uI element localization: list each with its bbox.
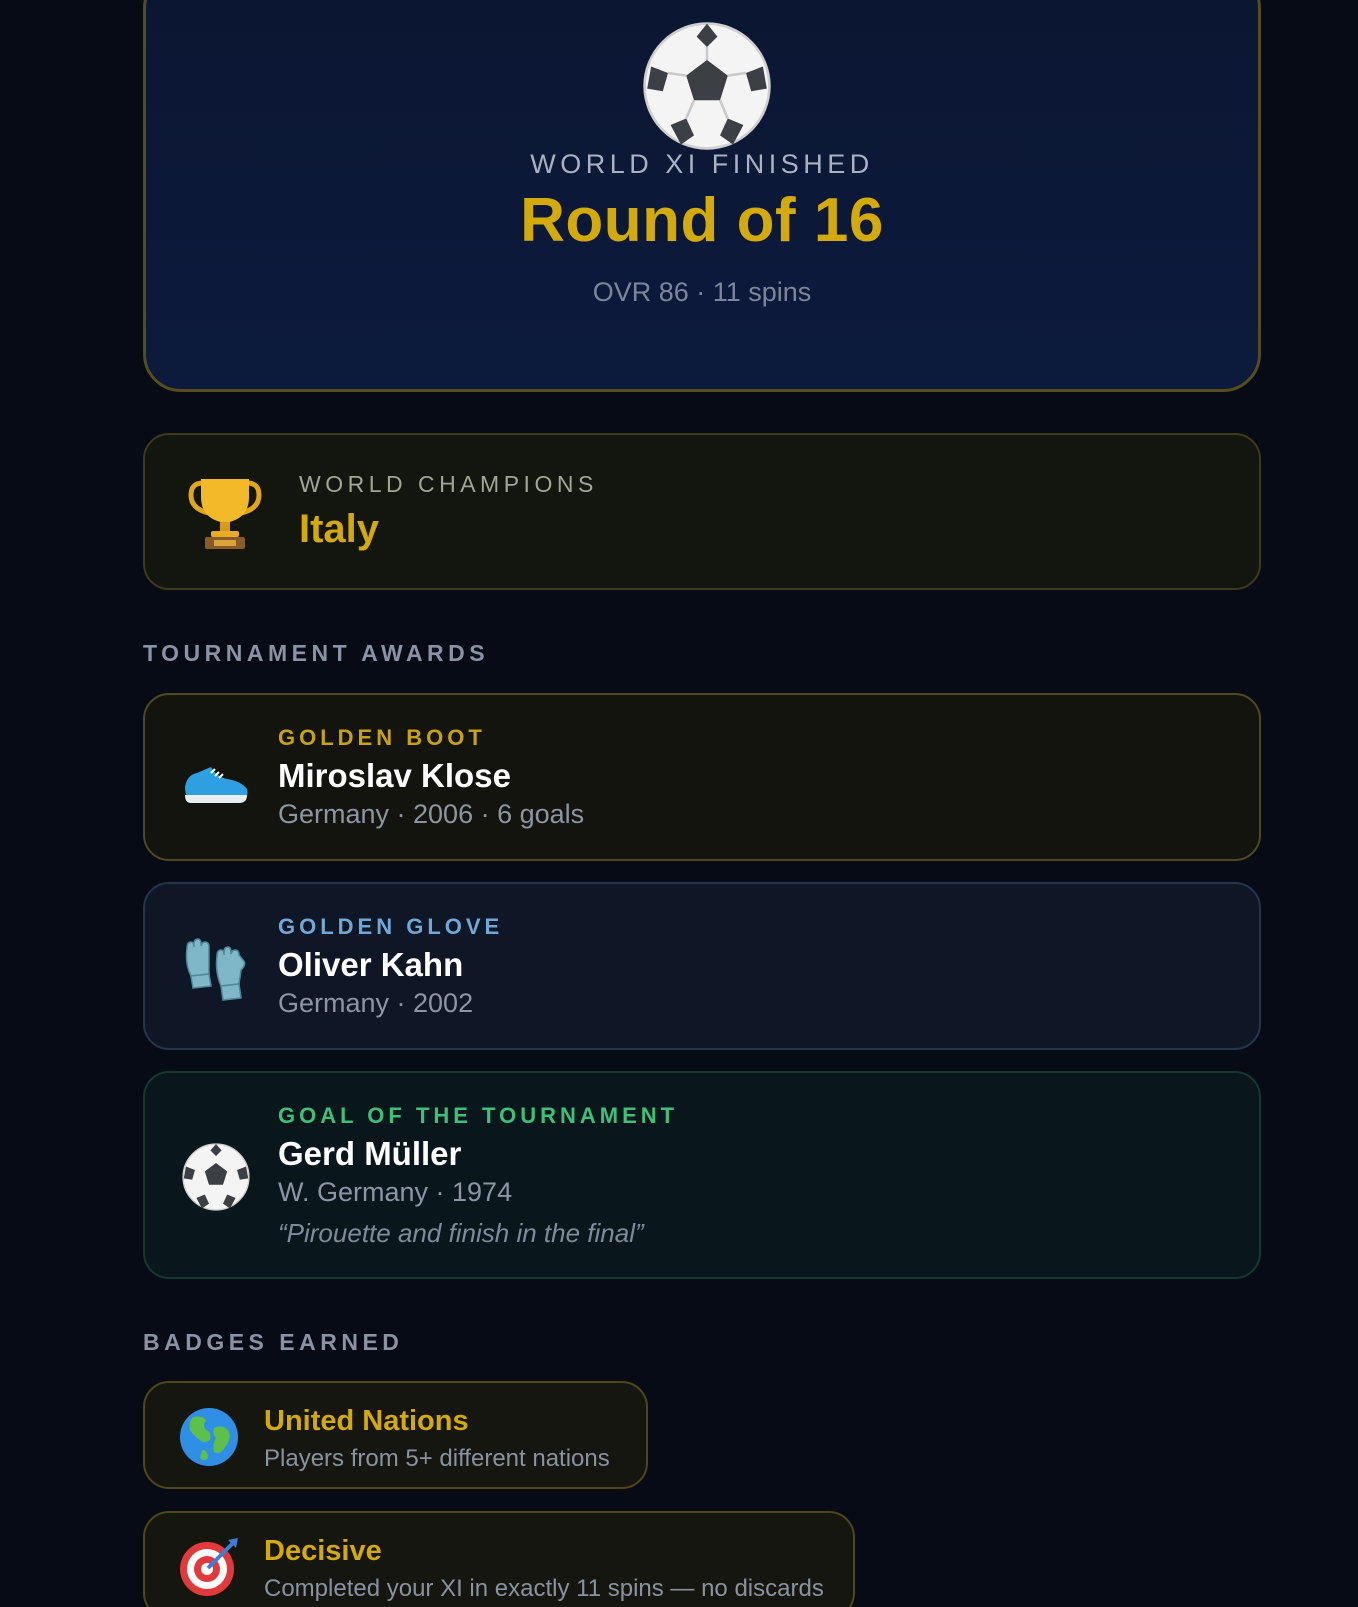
award-meta: W. Germany · 1974 — [278, 1177, 513, 1207]
award-player-name: Miroslav Klose — [278, 757, 511, 794]
soccer-ball-icon — [643, 22, 771, 150]
gloves-icon — [185, 938, 246, 1001]
tournament-awards-heading: TOURNAMENT AWARDS — [143, 640, 490, 666]
world-champions-card: WORLD CHAMPIONS Italy — [143, 433, 1261, 590]
award-player-name: Gerd Müller — [278, 1135, 462, 1172]
hero-kicker: WORLD XI FINISHED — [530, 149, 874, 179]
badge-card-decisive: Decisive Completed your XI in exactly 11… — [143, 1511, 855, 1607]
result-title: Round of 16 — [520, 186, 884, 255]
badge-name: Decisive — [264, 1535, 382, 1567]
award-meta: Germany · 2002 — [278, 988, 474, 1018]
award-card-goal-of-tournament: GOAL OF THE TOURNAMENT Gerd Müller W. Ge… — [143, 1071, 1261, 1279]
results-page: WORLD XI FINISHED Round of 16 OVR 86 · 1… — [0, 0, 1358, 1607]
badge-name: United Nations — [264, 1405, 469, 1437]
globe-icon — [180, 1408, 238, 1466]
champions-name: Italy — [299, 507, 380, 551]
target-icon — [180, 1538, 238, 1596]
champions-kicker: WORLD CHAMPIONS — [299, 471, 598, 497]
result-subtitle: OVR 86 · 11 spins — [592, 277, 812, 307]
trophy-icon — [188, 479, 262, 549]
badges-earned-heading: BADGES EARNED — [143, 1329, 404, 1355]
badge-description: Completed your XI in exactly 11 spins — … — [264, 1575, 824, 1602]
badge-description: Players from 5+ different nations — [264, 1445, 610, 1472]
badge-card-united-nations: United Nations Players from 5+ different… — [143, 1381, 648, 1489]
soccer-ball-icon — [182, 1143, 250, 1211]
result-hero-card: WORLD XI FINISHED Round of 16 OVR 86 · 1… — [143, 0, 1261, 392]
award-quote: “Pirouette and finish in the final” — [278, 1218, 644, 1248]
award-player-name: Oliver Kahn — [278, 946, 464, 983]
award-kicker: GOLDEN GLOVE — [278, 914, 504, 939]
award-kicker: GOAL OF THE TOURNAMENT — [278, 1103, 679, 1128]
award-meta: Germany · 2006 · 6 goals — [278, 799, 585, 829]
award-kicker: GOLDEN BOOT — [278, 725, 486, 750]
award-card-golden-glove: GOLDEN GLOVE Oliver Kahn Germany · 2002 — [143, 882, 1261, 1050]
running-shoe-icon — [185, 767, 248, 803]
award-card-golden-boot: GOLDEN BOOT Miroslav Klose Germany · 200… — [143, 693, 1261, 861]
